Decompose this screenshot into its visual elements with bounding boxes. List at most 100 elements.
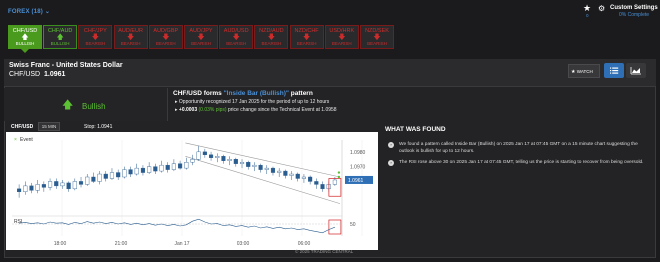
event-legend-icon: × xyxy=(14,137,17,143)
x-tick-label: Jan 17 xyxy=(174,241,189,247)
stop-level: Stop: 1.0941 xyxy=(84,124,113,130)
tile-trend: BEARISH xyxy=(296,41,317,46)
up-arrow-icon: 🡅 xyxy=(21,34,29,41)
candle xyxy=(264,167,269,170)
currency-tile[interactable]: AUD/EUR 🡇 BEARISH xyxy=(113,25,148,49)
chart-view-button[interactable] xyxy=(626,63,646,78)
instrument-price: 1.0961 xyxy=(44,71,66,78)
y-tick-label: 1.0980 xyxy=(350,150,366,156)
finding-item: › The RSI rose above 30 on 2025 Jan 17 a… xyxy=(388,159,648,166)
x-tick-label: 21:00 xyxy=(115,241,128,247)
tile-trend: BULLISH xyxy=(15,41,35,46)
list-icon xyxy=(610,67,619,74)
currency-tile[interactable]: CHF/USD 🡅 BULLISH xyxy=(8,25,42,49)
candle xyxy=(134,167,139,175)
candle xyxy=(153,166,158,172)
candle xyxy=(171,163,176,170)
candle xyxy=(270,167,276,173)
event-legend-label: Event xyxy=(20,137,33,143)
tile-trend: BEARISH xyxy=(226,41,247,46)
down-arrow-icon: 🡇 xyxy=(302,34,311,41)
currency-tile[interactable]: CHF/AUD 🡅 BULLISH xyxy=(43,25,78,49)
candle xyxy=(258,164,263,170)
currency-tile[interactable]: CHF/JPY 🡇 BEARISH xyxy=(78,25,113,49)
candle xyxy=(29,185,34,191)
candle xyxy=(314,181,319,185)
bullet-icon: › xyxy=(388,142,394,148)
current-price-label: 1.0961 xyxy=(348,178,364,184)
candle xyxy=(208,154,214,158)
tile-trend: BEARISH xyxy=(261,41,282,46)
candle xyxy=(233,159,238,164)
tile-trend: BEARISH xyxy=(191,41,211,46)
rsi-level-label: 50 xyxy=(350,222,356,228)
price-chart[interactable]: 1.0980 1.0970 1.0961 × Event RSI 50 18:00 21:00 J… xyxy=(6,132,378,250)
candle xyxy=(23,185,28,193)
up-arrow-icon: 🡅 xyxy=(56,34,64,41)
candle xyxy=(227,159,232,161)
copyright: © 2025 TRADING CENTRAL xyxy=(295,249,354,254)
currency-tile[interactable]: USD/HRK 🡇 BEARISH xyxy=(324,25,359,49)
x-tick-label: 03:00 xyxy=(237,241,250,247)
currency-tile[interactable]: AUD/GBP 🡇 BEARISH xyxy=(148,25,183,49)
candle xyxy=(35,184,40,191)
star-icon: ★ xyxy=(571,69,576,75)
tile-trend: BEARISH xyxy=(85,41,106,46)
settings-progress: 0% Complete xyxy=(619,12,650,18)
candle xyxy=(221,156,226,161)
forex-dropdown[interactable]: FOREX (18) ⌄ xyxy=(8,8,50,15)
direction-label: Bullish xyxy=(82,102,106,111)
timeframe-button[interactable]: 15 MIN xyxy=(38,122,60,131)
x-tick-label: 06:00 xyxy=(298,241,311,247)
event-marker xyxy=(337,175,341,179)
pattern-name: "Inside Bar (Bullish)" xyxy=(223,90,289,97)
candle xyxy=(277,170,282,173)
candle xyxy=(48,181,53,188)
candle xyxy=(109,172,115,179)
candle xyxy=(252,164,257,167)
currency-tile[interactable]: NZD/SEK 🡇 BEARISH xyxy=(360,25,394,49)
candle xyxy=(308,176,313,182)
y-tick-label: 1.0970 xyxy=(350,165,366,171)
down-arrow-icon: 🡇 xyxy=(267,34,275,41)
x-tick-label: 18:00 xyxy=(54,241,67,247)
down-arrow-icon: 🡇 xyxy=(162,34,170,41)
candle xyxy=(103,173,108,179)
price-change-line: ▸ +0.0003 (0.03% pips) price change sinc… xyxy=(175,107,337,113)
currency-tile[interactable]: NZD/AUD 🡇 BEARISH xyxy=(254,25,289,49)
candle xyxy=(159,164,164,172)
down-arrow-icon: 🡇 xyxy=(197,34,205,41)
list-view-button[interactable] xyxy=(604,63,624,78)
candle xyxy=(196,151,201,160)
down-arrow-icon: 🡇 xyxy=(373,34,381,41)
currency-tile[interactable]: AUD/USD 🡇 BEARISH xyxy=(219,25,254,49)
star-icon[interactable]: ★ xyxy=(583,4,592,13)
candle xyxy=(128,169,133,175)
candle xyxy=(116,172,121,178)
candle xyxy=(190,159,195,163)
tile-trend: BEARISH xyxy=(120,41,141,46)
candle xyxy=(202,151,207,155)
candle xyxy=(66,182,71,190)
down-arrow-icon: 🡇 xyxy=(91,34,99,41)
candle xyxy=(97,173,102,182)
gear-icon[interactable]: ⚙ xyxy=(598,4,605,13)
currency-tile[interactable]: AUD/JPY 🡇 BEARISH xyxy=(184,25,218,49)
candle xyxy=(72,181,77,190)
watch-button[interactable]: ★ WATCH xyxy=(568,64,600,78)
opportunity-line: ▸ Opportunity recognized 17 Jan 2025 for… xyxy=(175,99,330,105)
tile-trend: BEARISH xyxy=(331,41,352,46)
candle xyxy=(60,182,65,187)
candle xyxy=(140,167,145,173)
down-arrow-icon: 🡇 xyxy=(232,34,240,41)
currency-tile[interactable]: NZD/CHF 🡇 BEARISH xyxy=(289,25,324,49)
area-chart-icon xyxy=(630,67,641,75)
event-marker xyxy=(337,171,341,174)
rsi-label: RSI xyxy=(14,219,22,225)
candle xyxy=(78,181,84,185)
tile-trend: BULLISH xyxy=(50,41,70,46)
candle xyxy=(165,164,170,170)
pattern-title: CHF/USD forms "Inside Bar (Bullish)" pat… xyxy=(173,90,313,97)
instrument-code: CHF/USD xyxy=(9,71,41,78)
custom-settings-link[interactable]: Custom Settings xyxy=(610,5,658,11)
